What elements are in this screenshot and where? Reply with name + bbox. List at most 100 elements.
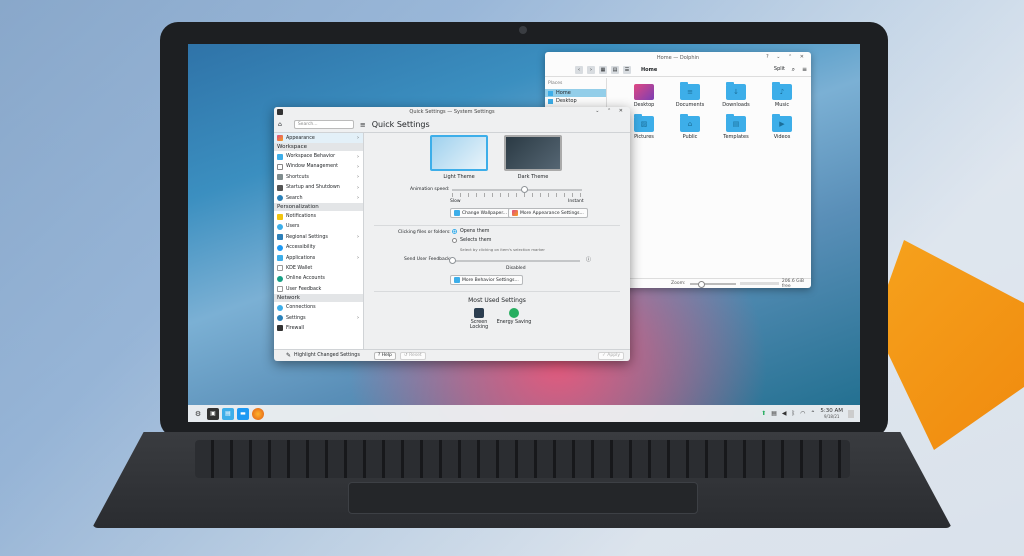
folder-desktop[interactable]: Desktop bbox=[621, 84, 667, 108]
dolphin-task-icon[interactable]: ▬ bbox=[237, 407, 249, 420]
details-view-icon[interactable]: ☰ bbox=[623, 65, 631, 74]
sidebar-item-kde-wallet[interactable]: KDE Wallet bbox=[274, 263, 363, 273]
screen-locking-icon bbox=[474, 308, 484, 318]
dolphin-titlebar[interactable]: Home — Dolphin ? ⌄ ⌃ ✕ bbox=[545, 52, 811, 63]
screen-locking-shortcut[interactable]: Screen Locking bbox=[464, 308, 494, 330]
tray-expand-icon[interactable]: ⌃ bbox=[810, 410, 815, 417]
discover-task-icon[interactable]: ▤ bbox=[222, 407, 234, 420]
update-icon[interactable]: ⬆ bbox=[761, 410, 766, 417]
system-settings-window[interactable]: Quick Settings — System Settings ⌄ ⌃ ✕ ⌂… bbox=[274, 107, 630, 361]
clipboard-icon[interactable]: ▤ bbox=[771, 410, 777, 417]
music-folder-icon: ♪ bbox=[772, 82, 792, 100]
sidebar-item-user-feedback[interactable]: User Feedback bbox=[274, 284, 363, 294]
light-theme-option[interactable]: Light Theme bbox=[430, 135, 488, 180]
back-icon[interactable]: ‹ bbox=[575, 65, 583, 74]
settings-sidebar: Appearance › Workspace Workspace Behavio… bbox=[274, 133, 364, 349]
button-label: More Behavior Settings... bbox=[462, 277, 519, 283]
button-label: More Appearance Settings... bbox=[520, 210, 584, 216]
forward-icon[interactable]: › bbox=[587, 65, 595, 74]
sidebar-item-online-accounts[interactable]: Online Accounts bbox=[274, 274, 363, 284]
help-button[interactable]: ? Help bbox=[373, 351, 396, 360]
kde-wallet-icon bbox=[277, 265, 283, 272]
search-input[interactable]: Search... bbox=[293, 120, 354, 129]
compact-view-icon[interactable]: ▤ bbox=[611, 65, 619, 74]
folder-music[interactable]: ♪ Music bbox=[759, 82, 805, 108]
animation-speed-slider[interactable] bbox=[452, 186, 582, 193]
sidebar-item-users[interactable]: Users bbox=[274, 222, 363, 232]
sidebar-item-label: Users bbox=[286, 224, 300, 230]
feedback-slider[interactable] bbox=[449, 257, 580, 264]
folder-public[interactable]: ⌂ Public bbox=[667, 114, 713, 140]
breadcrumb-home[interactable]: Home bbox=[641, 67, 657, 73]
dark-theme-option[interactable]: Dark Theme bbox=[504, 135, 562, 180]
info-icon[interactable]: ⓘ bbox=[586, 256, 591, 263]
divider bbox=[374, 291, 620, 292]
energy-saving-shortcut[interactable]: Energy Saving bbox=[494, 308, 534, 325]
window-controls[interactable]: ? ⌄ ⌃ ✕ bbox=[766, 54, 807, 60]
hamburger-menu-icon[interactable]: ≡ bbox=[360, 121, 366, 129]
highlight-changed-button[interactable]: ✎ Highlight Changed Settings bbox=[286, 352, 360, 359]
icons-view-icon[interactable]: ▦ bbox=[599, 65, 607, 74]
sidebar-item-workspace-behavior[interactable]: Workspace Behavior › bbox=[274, 151, 363, 161]
sidebar-item-notifications[interactable]: Notifications bbox=[274, 211, 363, 221]
window-controls[interactable]: ⌄ ⌃ ✕ bbox=[595, 108, 626, 114]
folder-videos[interactable]: ▶ Videos bbox=[759, 114, 805, 140]
bluetooth-icon[interactable]: ᛒ bbox=[792, 410, 796, 417]
place-desktop[interactable]: Desktop bbox=[545, 97, 606, 105]
radio-checked-icon bbox=[452, 229, 457, 234]
sidebar-item-label: Search bbox=[286, 195, 303, 201]
home-icon[interactable]: ⌂ bbox=[278, 121, 282, 128]
sidebar-item-search[interactable]: Search › bbox=[274, 193, 363, 203]
taskbar: ⚙ ▣ ▤ ▬ ⬆ ▤ ◀ ᛒ ◠ ⌃ 5:30 AM 9/18/21 bbox=[188, 405, 860, 422]
system-settings-task-icon[interactable]: ▣ bbox=[207, 407, 219, 420]
chevron-right-icon: › bbox=[357, 184, 359, 191]
app-launcher-icon[interactable]: ⚙ bbox=[192, 408, 204, 420]
sidebar-item-label: Appearance bbox=[286, 135, 315, 141]
sidebar-item-applications[interactable]: Applications › bbox=[274, 253, 363, 263]
opens-them-radio[interactable]: Opens them bbox=[452, 229, 489, 234]
more-behavior-button[interactable]: More Behavior Settings... bbox=[450, 275, 523, 285]
apply-button[interactable]: ✓ Apply bbox=[598, 351, 624, 360]
hamburger-menu-icon[interactable]: ≡ bbox=[802, 66, 807, 73]
show-desktop-icon[interactable] bbox=[848, 409, 854, 418]
reset-button[interactable]: ↺ Reset bbox=[399, 351, 426, 360]
sidebar-item-startup-shutdown[interactable]: Startup and Shutdown › bbox=[274, 183, 363, 193]
split-button[interactable]: Split bbox=[774, 66, 785, 72]
firefox-task-icon[interactable] bbox=[252, 407, 264, 420]
sidebar-item-window-management[interactable]: Window Management › bbox=[274, 162, 363, 172]
radio-label: Selects them bbox=[460, 238, 492, 243]
volume-icon[interactable]: ◀ bbox=[782, 410, 787, 417]
chevron-right-icon: › bbox=[357, 135, 359, 142]
sidebar-item-label: Connections bbox=[286, 305, 316, 311]
animation-speed-label: Animation speed: bbox=[410, 187, 450, 192]
sidebar-item-appearance[interactable]: Appearance › bbox=[274, 133, 363, 144]
zoom-label: Zoom: bbox=[671, 281, 686, 286]
divider bbox=[374, 225, 620, 226]
button-label: Help bbox=[381, 353, 392, 358]
slider-handle[interactable] bbox=[449, 257, 456, 264]
dolphin-title: Home — Dolphin bbox=[656, 54, 700, 61]
folder-documents[interactable]: ≡ Documents bbox=[667, 82, 713, 108]
sidebar-item-regional-settings[interactable]: Regional Settings › bbox=[274, 232, 363, 242]
sidebar-item-accessibility[interactable]: Accessibility bbox=[274, 243, 363, 253]
button-label: Highlight Changed Settings bbox=[294, 353, 360, 358]
sidebar-item-firewall[interactable]: Firewall bbox=[274, 323, 363, 333]
slider-handle[interactable] bbox=[520, 186, 528, 193]
wifi-icon[interactable]: ◠ bbox=[800, 410, 805, 417]
folder-templates[interactable]: ▤ Templates bbox=[713, 114, 759, 140]
search-icon[interactable]: ⌕ bbox=[792, 66, 795, 74]
place-home[interactable]: Home bbox=[545, 89, 606, 97]
button-label: Apply bbox=[607, 353, 620, 358]
sidebar-item-network-settings[interactable]: Settings › bbox=[274, 313, 363, 323]
zoom-slider[interactable] bbox=[689, 280, 737, 288]
settings-titlebar[interactable]: Quick Settings — System Settings ⌄ ⌃ ✕ bbox=[274, 107, 630, 117]
more-appearance-button[interactable]: More Appearance Settings... bbox=[508, 208, 588, 218]
startup-shutdown-icon bbox=[277, 184, 283, 191]
sidebar-item-shortcuts[interactable]: Shortcuts › bbox=[274, 172, 363, 182]
clock[interactable]: 5:30 AM 9/18/21 bbox=[820, 408, 843, 420]
folder-downloads[interactable]: ↓ Downloads bbox=[713, 82, 759, 108]
sidebar-item-connections[interactable]: Connections bbox=[274, 302, 363, 312]
selects-them-radio[interactable]: Selects them bbox=[452, 238, 491, 243]
chevron-right-icon: › bbox=[357, 234, 359, 241]
change-wallpaper-button[interactable]: Change Wallpaper... bbox=[450, 208, 512, 218]
